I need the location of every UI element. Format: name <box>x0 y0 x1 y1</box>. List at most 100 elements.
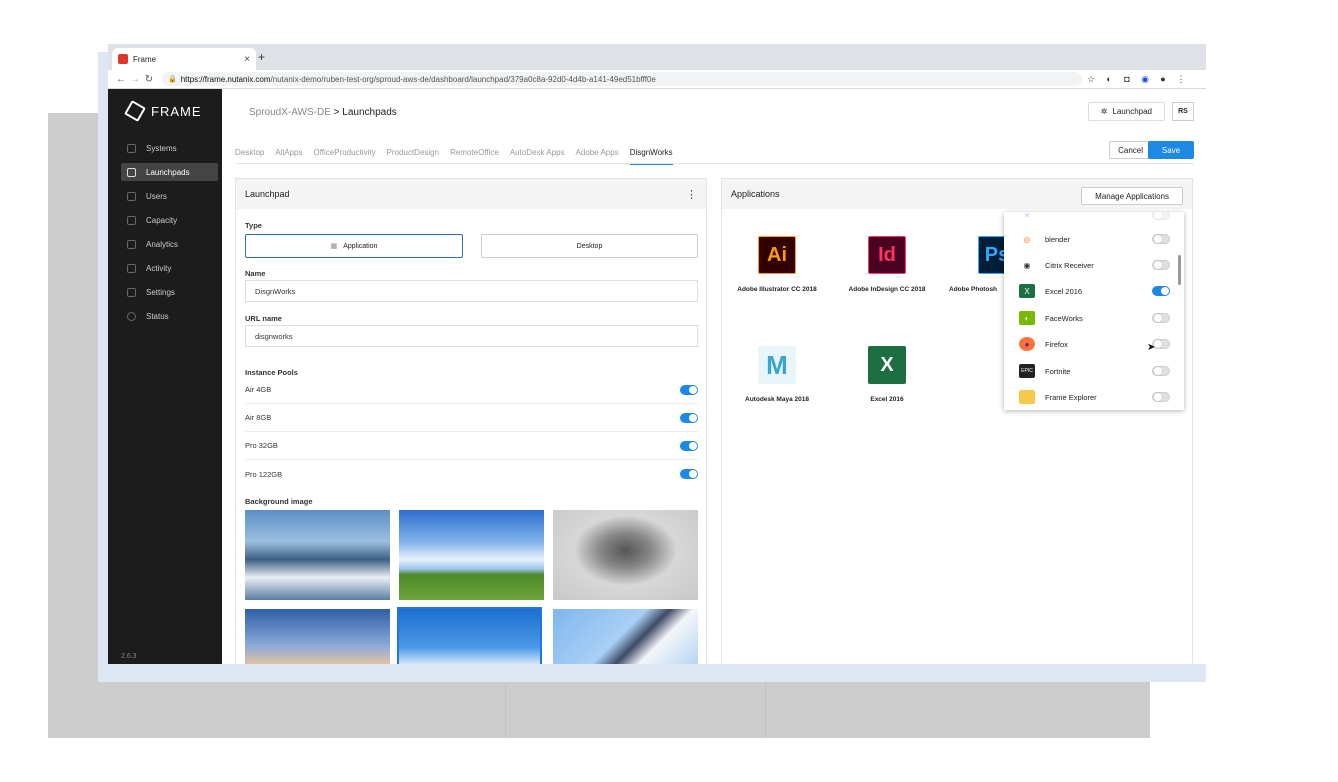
sidebar-item-status[interactable]: Status <box>121 307 218 325</box>
type-application-label: Application <box>343 242 378 250</box>
sidebar-item-label: Launchpads <box>146 167 190 177</box>
systems-icon <box>127 143 136 153</box>
pool-name: Air 8GB <box>245 413 272 422</box>
launchpad-button[interactable]: ✲ Launchpad <box>1087 102 1165 121</box>
back-arrow-icon[interactable]: ← <box>114 74 128 85</box>
dropdown-item-fortnite[interactable]: EPIC Fortnite <box>1019 362 1176 380</box>
close-tab-icon[interactable]: × <box>244 54 250 65</box>
breadcrumb-separator: > <box>333 107 340 118</box>
cancel-button[interactable]: Cancel <box>1109 141 1152 159</box>
menu-dots-icon[interactable]: ⋮ <box>1172 74 1190 85</box>
logo-text: FRAME <box>151 103 202 119</box>
app-tile-indesign[interactable]: Id Adobe InDesign CC 2018 <box>832 236 942 293</box>
mouse-cursor-icon: ➤ <box>1147 342 1156 353</box>
background-thumbnail-mountains-clouds[interactable] <box>245 510 390 600</box>
app-tile-illustrator[interactable]: Ai Adobe Illustrator CC 2018 <box>722 236 832 293</box>
application-icon: ▦ <box>330 243 338 250</box>
sidebar-item-activity[interactable]: Activity <box>121 259 218 277</box>
extension-icon[interactable]: ◉ <box>1136 74 1154 85</box>
browser-tab[interactable]: Frame × <box>112 48 256 70</box>
url-field[interactable]: 🔒 https://frame.nutanix.com /nutanix-dem… <box>162 72 1082 86</box>
save-button[interactable]: Save <box>1148 141 1194 159</box>
dropdown-scrollbar[interactable] <box>1178 255 1181 285</box>
firefox-icon: ● <box>1019 337 1035 351</box>
forward-arrow-icon[interactable]: → <box>128 74 142 85</box>
pool-toggle[interactable] <box>680 440 698 451</box>
app-name: Frame Explorer <box>1045 392 1097 402</box>
pool-name: Pro 122GB <box>245 469 283 479</box>
background-thumbnail-sunset[interactable] <box>245 609 390 664</box>
blender-icon: ◎ <box>1023 234 1031 244</box>
dropdown-item-excel[interactable]: X Excel 2016 <box>1019 282 1176 300</box>
manage-applications-dropdown: ✕ ◎ blender ◉ Citrix Receiver X Excel 20… <box>1004 212 1184 410</box>
app-toggle[interactable] <box>1152 392 1170 402</box>
app-tile-maya[interactable]: M Autodesk Maya 2018 <box>722 346 832 403</box>
illustrator-icon: Ai <box>758 236 796 274</box>
extension-icon[interactable]: ◐ <box>1100 74 1118 84</box>
app-toggle[interactable] <box>1152 366 1170 376</box>
gear-icon <box>127 287 136 297</box>
pool-toggle[interactable] <box>680 469 698 479</box>
new-tab-button[interactable]: + <box>258 50 265 64</box>
indesign-icon: Id <box>868 236 906 274</box>
background-thumbnail-foggy-peaks[interactable] <box>553 510 698 600</box>
sidebar-item-label: Status <box>146 311 169 321</box>
frame-app: FRAME Systems Launchpads Users Capacity … <box>108 89 1206 664</box>
user-avatar[interactable]: RS <box>1172 102 1194 121</box>
url-host: https://frame.nutanix.com <box>180 74 271 84</box>
capacity-icon <box>127 215 136 225</box>
panel-title: Applications <box>731 189 780 199</box>
background-thumbnail-green-field[interactable] <box>399 510 544 600</box>
pool-toggle[interactable] <box>680 412 698 423</box>
sidebar-item-analytics[interactable]: Analytics <box>121 235 218 253</box>
background-image-label: Background image <box>245 497 313 506</box>
dropdown-item-faceworks[interactable]: ◐ FaceWorks <box>1019 309 1176 327</box>
sidebar-item-launchpads[interactable]: Launchpads <box>121 163 218 181</box>
excel-icon: X <box>1019 284 1035 298</box>
name-field[interactable]: DisgnWorks <box>245 280 698 302</box>
activity-icon <box>127 263 136 273</box>
background-thumbnail-architecture[interactable] <box>553 609 698 664</box>
frame-logo[interactable]: FRAME <box>108 89 222 122</box>
reload-icon[interactable]: ↻ <box>142 74 156 85</box>
app-toggle[interactable] <box>1152 313 1170 323</box>
app-tile-photoshop[interactable]: Ps Adobe Photosh <box>942 236 1004 293</box>
launchpad-icon <box>127 167 136 177</box>
app-tile-excel[interactable]: X Excel 2016 <box>832 346 942 403</box>
sidebar-item-label: Analytics <box>146 239 179 249</box>
pool-row: Pro 32GB <box>245 432 698 460</box>
type-desktop-button[interactable]: Desktop <box>481 234 698 258</box>
profile-avatar-icon[interactable]: ● <box>1154 74 1172 84</box>
lock-icon: 🔒 <box>168 76 177 83</box>
star-icon[interactable]: ☆ <box>1082 74 1100 85</box>
dropdown-item-frame-explorer[interactable]: Frame Explorer <box>1019 388 1176 406</box>
dropdown-item-blender[interactable]: ◎ blender <box>1019 230 1176 248</box>
dropdown-item-citrix[interactable]: ◉ Citrix Receiver <box>1019 256 1176 274</box>
users-icon <box>127 191 136 201</box>
app-name: Excel 2016 <box>1045 286 1083 296</box>
manage-applications-button[interactable]: Manage Applications <box>1081 187 1183 205</box>
type-application-button[interactable]: ▦ Application <box>245 234 463 258</box>
app-name: Adobe Illustrator CC 2018 <box>737 286 817 293</box>
url-name-field[interactable]: disgnworks <box>245 325 698 347</box>
sidebar-item-settings[interactable]: Settings <box>121 283 218 301</box>
applications-panel: Applications Manage Applications Ai Adob… <box>721 178 1193 664</box>
background-thumbnail-snow-mountains[interactable] <box>397 607 542 664</box>
panel-title: Launchpad <box>245 189 290 199</box>
url-path: /nutanix-demo/ruben-test-org/sproud-aws-… <box>270 74 656 84</box>
app-toggle[interactable] <box>1152 286 1170 296</box>
pool-toggle[interactable] <box>680 384 698 395</box>
app-name: blender <box>1045 234 1071 244</box>
more-options-icon[interactable]: ⋮ <box>686 188 697 201</box>
breadcrumb-parent[interactable]: SproudX-AWS-DE <box>249 107 331 118</box>
pool-row: Air 4GB <box>245 376 698 404</box>
sidebar-item-capacity[interactable]: Capacity <box>121 211 218 229</box>
app-name: Excel 2016 <box>870 396 904 403</box>
page-title: Launchpads <box>342 107 397 118</box>
sidebar-item-systems[interactable]: Systems <box>121 139 218 157</box>
pocket-icon[interactable]: ◘ <box>1118 74 1136 84</box>
pool-name: Air 4GB <box>245 385 272 394</box>
app-toggle[interactable] <box>1152 260 1170 270</box>
sidebar-item-users[interactable]: Users <box>121 187 218 205</box>
app-toggle[interactable] <box>1152 234 1170 244</box>
